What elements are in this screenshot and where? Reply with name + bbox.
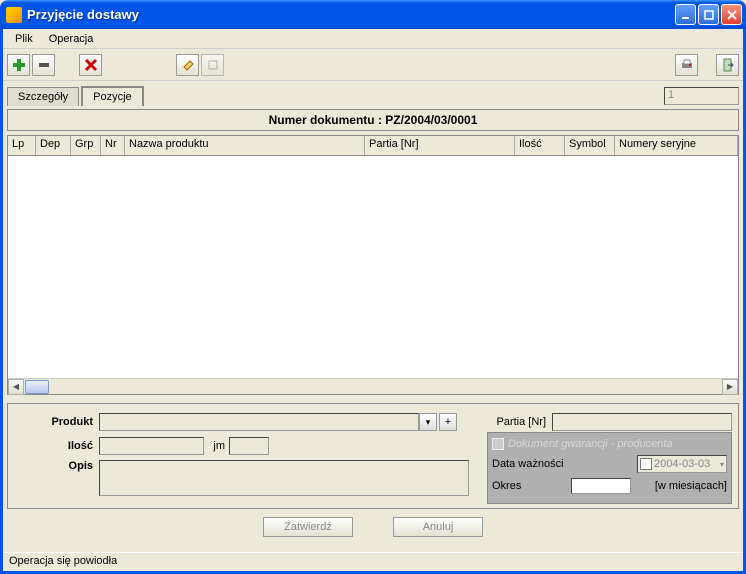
minimize-button[interactable] [675,4,696,25]
desc-input[interactable] [99,460,469,496]
tab-details[interactable]: Szczegóły [7,87,79,106]
menubar: Plik Operacja [3,29,743,49]
tab-items[interactable]: Pozycje [81,86,144,106]
menu-file[interactable]: Plik [7,31,41,47]
app-icon [6,7,22,23]
batch-label: Partia [Nr] [487,416,552,428]
period-label: Okres [492,480,567,492]
col-batch[interactable]: Partia [Nr] [365,136,515,155]
scroll-right-icon[interactable]: ▶ [722,379,738,395]
toolbar [3,49,743,81]
form-area: Produkt ▾ + Partia [Nr] Ilość jm Opis Do… [7,403,739,509]
doc-number: PZ/2004/03/0001 [385,113,477,127]
col-product-name[interactable]: Nazwa produktu [125,136,365,155]
col-qty[interactable]: Ilość [515,136,565,155]
calendar-icon [640,458,652,470]
tool-print-button[interactable] [675,54,698,76]
scroll-thumb[interactable] [25,380,49,394]
exit-button[interactable] [716,54,739,76]
qty-input[interactable] [99,437,204,455]
dialog-buttons: Zatwierdź Anuluj [3,513,743,547]
expiry-label: Data ważności [492,458,567,470]
table-header: Lp Dep Grp Nr Nazwa produktu Partia [Nr]… [8,136,738,156]
doc-header-label: Numer dokumentu : [269,113,382,127]
expiry-date-value: 2004-03-03 [654,458,710,470]
expiry-date-input[interactable]: 2004-03-03 ▾ [637,455,727,473]
maximize-button[interactable] [698,4,719,25]
product-input[interactable] [99,413,419,431]
copy-button[interactable] [201,54,224,76]
delete-button[interactable] [79,54,102,76]
items-table: Lp Dep Grp Nr Nazwa produktu Partia [Nr]… [7,135,739,395]
cancel-button[interactable]: Anuluj [393,517,483,537]
scroll-left-icon[interactable]: ◀ [8,379,24,395]
confirm-button[interactable]: Zatwierdź [263,517,353,537]
qty-label: Ilość [14,440,99,452]
product-label: Produkt [14,416,99,428]
warranty-title: Dokument gwarancji - producenta [508,438,672,450]
col-lp[interactable]: Lp [8,136,36,155]
remove-button[interactable] [32,54,55,76]
menu-operation[interactable]: Operacja [41,31,102,47]
period-unit: [w miesiącach] [635,480,727,492]
col-serials[interactable]: Numery seryjne [615,136,738,155]
status-text: Operacja się powiodła [9,555,117,567]
statusbar: Operacja się powiodła [3,552,743,571]
chevron-down-icon[interactable]: ▾ [720,460,724,469]
col-grp[interactable]: Grp [71,136,101,155]
period-input[interactable] [571,478,631,494]
desc-label: Opis [14,460,99,472]
product-dropdown-icon[interactable]: ▾ [419,413,437,431]
window-title: Przyjęcie dostawy [27,7,675,22]
col-nr[interactable]: Nr [101,136,125,155]
titlebar: Przyjęcie dostawy [0,0,746,29]
batch-input[interactable] [552,413,732,431]
tabs: Szczegóły Pozycje 1 [3,81,743,105]
col-symbol[interactable]: Symbol [565,136,615,155]
page-number-box: 1 [664,87,739,105]
add-button[interactable] [7,54,30,76]
document-header: Numer dokumentu : PZ/2004/03/0001 [7,109,739,131]
col-dep[interactable]: Dep [36,136,71,155]
warranty-group: Dokument gwarancji - producenta Data waż… [487,432,732,504]
warranty-checkbox[interactable] [492,438,504,450]
close-button[interactable] [721,4,742,25]
horizontal-scrollbar[interactable]: ◀ ▶ [8,378,738,394]
product-add-button[interactable]: + [439,413,457,431]
erase-button[interactable] [176,54,199,76]
unit-label: jm [204,440,229,452]
unit-input[interactable] [229,437,269,455]
